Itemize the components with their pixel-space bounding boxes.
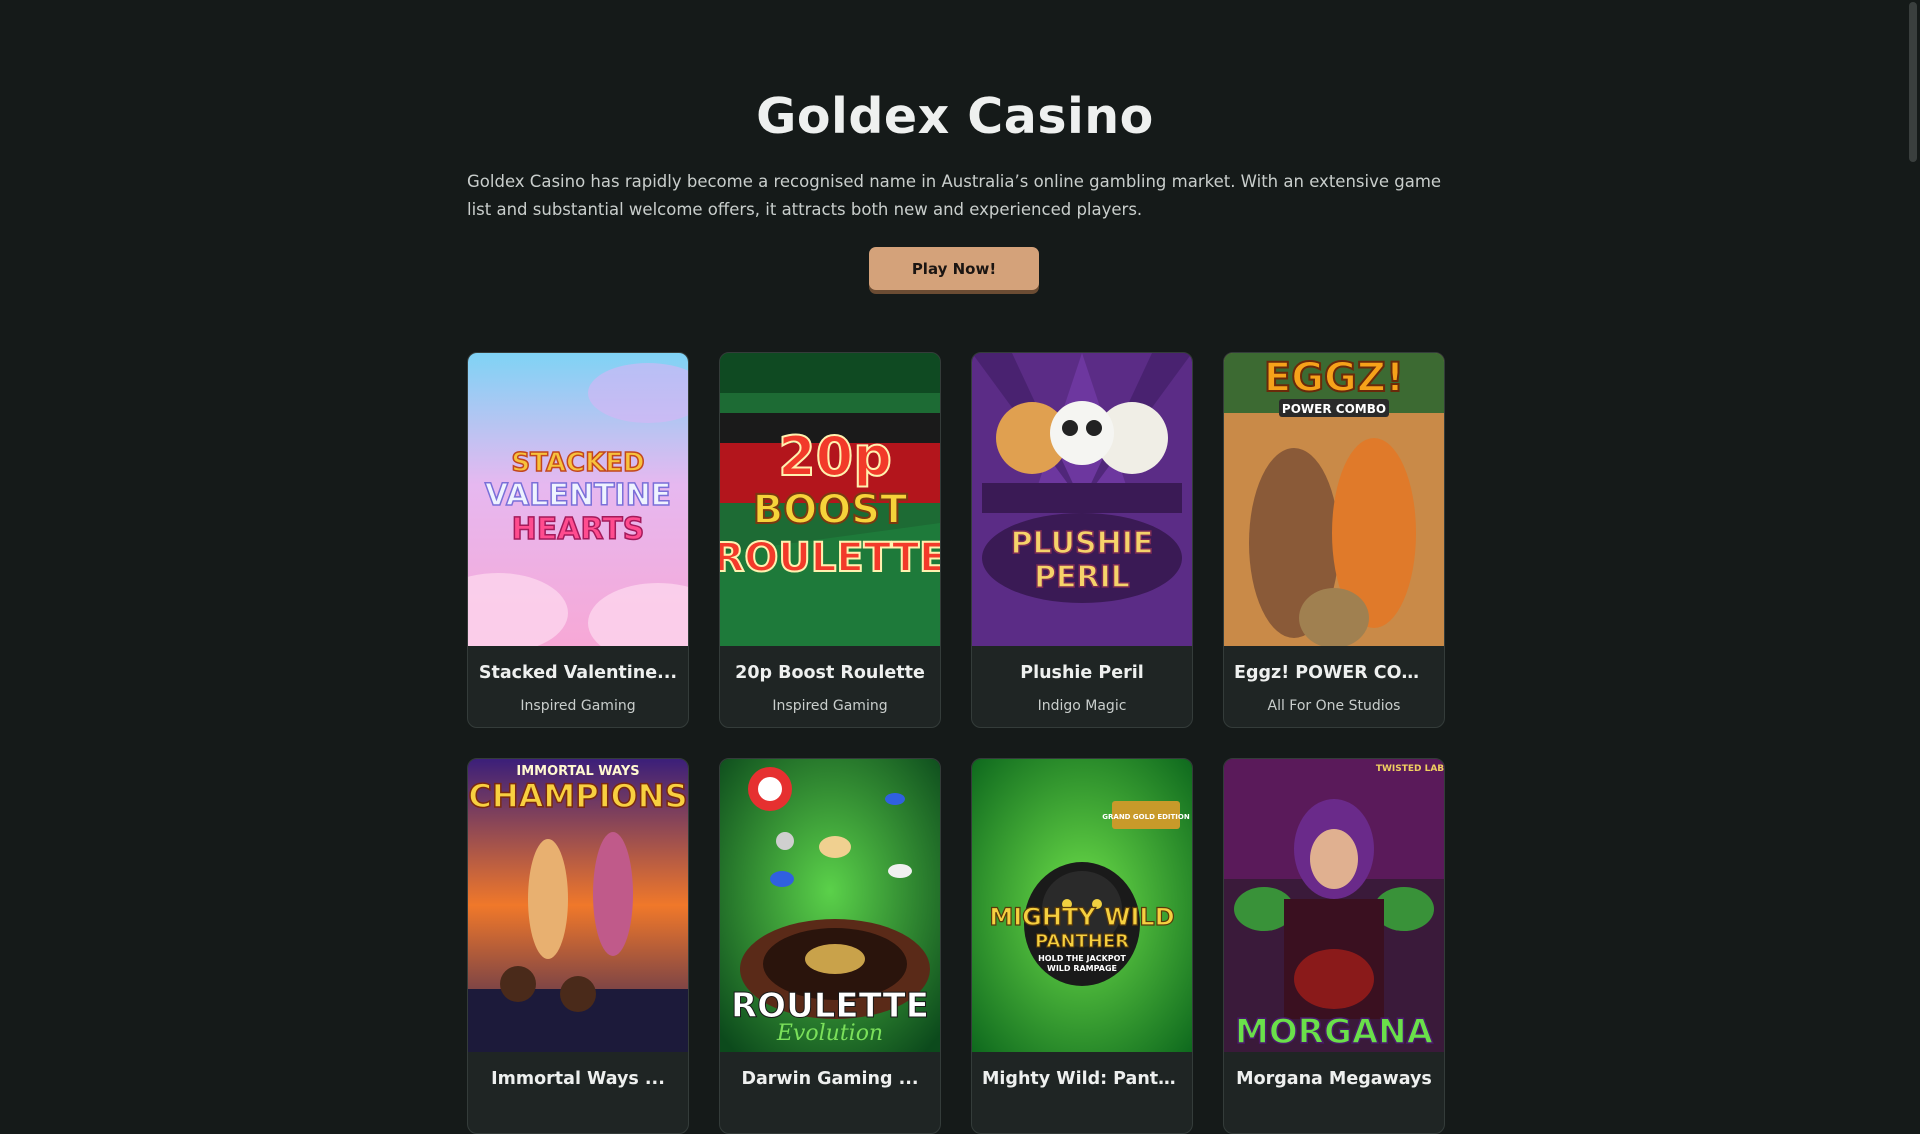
- game-provider: Indigo Magic: [1037, 698, 1127, 714]
- art-line: STACKED: [511, 448, 644, 478]
- art-line: TWISTED LAB: [1376, 764, 1444, 774]
- game-title: Mighty Wild: Panther ...: [982, 1069, 1182, 1089]
- game-card[interactable]: STACKED VALENTINE HEARTS Stacked Valenti…: [467, 352, 689, 728]
- game-title: 20p Boost Roulette: [735, 663, 925, 683]
- art-line: HEARTS: [512, 512, 645, 547]
- art-line: PERIL: [1034, 560, 1130, 595]
- art-line: ROULETTE: [731, 986, 929, 1026]
- page-title: Goldex Casino: [756, 88, 1154, 145]
- play-now-button[interactable]: Play Now!: [869, 247, 1039, 290]
- game-thumbnail: GRAND GOLD EDITION MIGHTY WILD PANTHER H…: [972, 759, 1192, 1052]
- game-title: Stacked Valentine...: [478, 663, 678, 683]
- page-description: Goldex Casino has rapidly become a recog…: [467, 172, 1442, 219]
- game-card[interactable]: GRAND GOLD EDITION MIGHTY WILD PANTHER H…: [971, 758, 1193, 1134]
- art-line: GRAND GOLD EDITION: [1102, 813, 1190, 821]
- art-line: MORGANA: [1235, 1012, 1434, 1052]
- game-card[interactable]: PLUSHIE PERIL Plushie Peril Indigo Magic: [971, 352, 1193, 728]
- game-thumbnail: IMMORTAL WAYS CHAMPIONS: [468, 759, 688, 1052]
- art-line: ROULETTE: [720, 535, 940, 581]
- art-line: EGGZ!: [1264, 355, 1404, 401]
- art-line: WILD RAMPAGE: [1047, 964, 1117, 973]
- game-title: Plushie Peril: [1020, 663, 1144, 683]
- art-line: VALENTINE: [485, 478, 671, 513]
- game-thumbnail: EGGZ! POWER COMBO: [1224, 353, 1444, 646]
- art-line: PANTHER: [1035, 931, 1129, 952]
- art-line: PLUSHIE: [1011, 526, 1154, 561]
- game-title: Immortal Ways ...: [491, 1069, 665, 1089]
- game-card[interactable]: 20p BOOST ROULETTE 20p Boost Roulette In…: [719, 352, 941, 728]
- game-card[interactable]: EGGZ! POWER COMBO Eggz! POWER COMBO All …: [1223, 352, 1445, 728]
- game-provider: Inspired Gaming: [772, 698, 888, 714]
- art-line: POWER COMBO: [1282, 402, 1386, 416]
- game-thumbnail: ROULETTE Evolution: [720, 759, 940, 1052]
- game-thumbnail: TWISTED LAB MORGANA: [1224, 759, 1444, 1052]
- scrollbar[interactable]: [1906, 0, 1920, 1080]
- game-title: Darwin Gaming ...: [741, 1069, 919, 1089]
- game-title: Eggz! POWER COMBO: [1234, 663, 1434, 683]
- game-card[interactable]: ROULETTE Evolution Darwin Gaming ...: [719, 758, 941, 1134]
- scrollbar-thumb[interactable]: [1909, 2, 1917, 162]
- game-thumbnail: 20p BOOST ROULETTE: [720, 353, 940, 646]
- art-line: HOLD THE JACKPOT: [1038, 954, 1126, 963]
- art-line: Evolution: [776, 1021, 883, 1046]
- game-provider: Inspired Gaming: [520, 698, 636, 714]
- art-line: BOOST: [753, 487, 908, 533]
- art-line: 20p: [778, 425, 892, 488]
- art-line: CHAMPIONS: [468, 777, 687, 815]
- game-thumbnail: PLUSHIE PERIL: [972, 353, 1192, 646]
- game-title: Morgana Megaways: [1236, 1069, 1432, 1089]
- game-thumbnail: STACKED VALENTINE HEARTS: [468, 353, 688, 646]
- game-card[interactable]: IMMORTAL WAYS CHAMPIONS Immortal Ways ..…: [467, 758, 689, 1134]
- game-card[interactable]: TWISTED LAB MORGANA Morgana Megaways: [1223, 758, 1445, 1134]
- game-provider: All For One Studios: [1267, 698, 1401, 714]
- art-line: MIGHTY WILD: [989, 903, 1174, 931]
